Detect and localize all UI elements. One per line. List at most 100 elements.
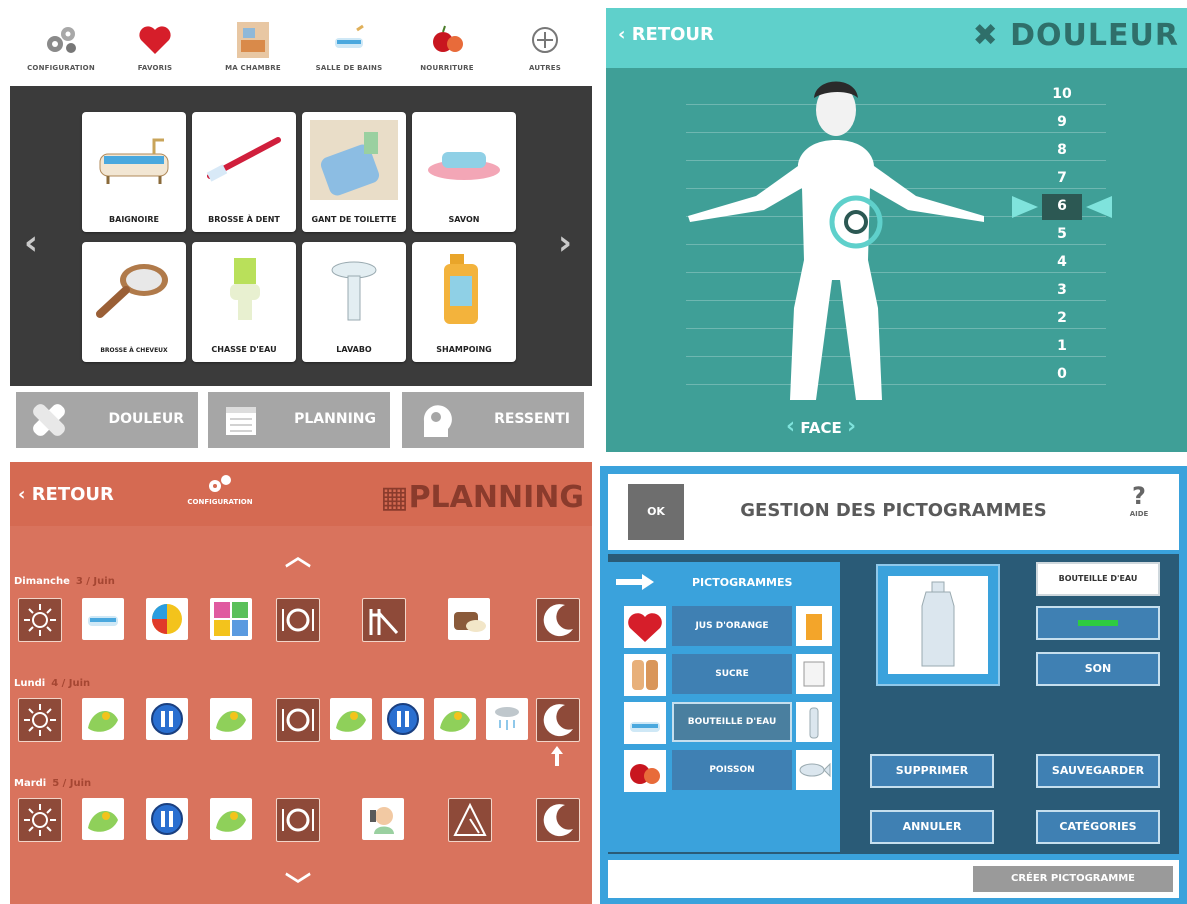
pain-level-5[interactable]: 5 — [1052, 226, 1072, 242]
map-activity-icon[interactable] — [82, 698, 124, 740]
pain-level-0[interactable]: 0 — [1052, 366, 1072, 382]
category-nourriture[interactable]: NOURRITURE — [402, 20, 492, 84]
hands-icon[interactable] — [624, 654, 666, 696]
head-gears-icon — [414, 399, 456, 441]
category-configuration[interactable]: CONFIGURATION — [16, 20, 106, 84]
moon-icon[interactable] — [536, 698, 580, 742]
planning-button[interactable]: PLANNING — [208, 392, 390, 448]
category-autres[interactable]: AUTRES — [500, 20, 590, 84]
heart-icon[interactable] — [624, 606, 666, 648]
sun-icon[interactable] — [18, 598, 62, 642]
pain-level-10[interactable]: 10 — [1052, 86, 1072, 102]
pause-icon[interactable] — [146, 798, 188, 840]
picto-card-savon[interactable]: SAVON — [412, 112, 516, 232]
chevron-left-icon[interactable]: ‹ — [786, 414, 795, 439]
body-figure[interactable] — [686, 70, 986, 404]
map-activity-icon[interactable] — [210, 798, 252, 840]
douleur-button[interactable]: DOULEUR — [16, 392, 198, 448]
category-favoris[interactable]: FAVORIS — [110, 20, 200, 84]
category-ma-chambre[interactable]: MA CHAMBRE — [208, 20, 298, 84]
pain-level-7[interactable]: 7 — [1052, 170, 1072, 186]
map-activity-icon[interactable] — [434, 698, 476, 740]
sugar-icon — [796, 654, 832, 694]
delete-button[interactable]: SUPPRIMER — [870, 754, 994, 788]
configuration-button[interactable]: CONFIGURATION — [180, 472, 260, 506]
cancel-button[interactable]: ANNULER — [870, 810, 994, 844]
shower-icon[interactable] — [486, 698, 528, 740]
sun-icon[interactable] — [18, 798, 62, 842]
scroll-down-button[interactable]: ﹀ — [285, 866, 311, 903]
day-label-mardi: Mardi 5 / Juin — [14, 778, 92, 789]
bathroom-icon[interactable] — [624, 702, 666, 744]
categories-button[interactable]: CATÉGORIES — [1036, 810, 1160, 844]
pause-icon[interactable] — [382, 698, 424, 740]
picto-name-input[interactable]: BOUTEILLE D'EAU — [1036, 562, 1160, 596]
puzzle-icon[interactable] — [210, 598, 252, 640]
pause-icon[interactable] — [146, 698, 188, 740]
pain-level-1[interactable]: 1 — [1052, 338, 1072, 354]
map-activity-icon[interactable] — [82, 798, 124, 840]
moon-icon[interactable] — [536, 598, 580, 642]
bedroom-icon — [233, 20, 273, 60]
picto-preview[interactable] — [876, 564, 1000, 686]
pain-level-6[interactable]: 6 — [1052, 198, 1072, 214]
phone-call-icon[interactable] — [362, 798, 404, 840]
meal-icon[interactable] — [276, 798, 320, 842]
meal-icon[interactable] — [276, 698, 320, 742]
moon-icon[interactable] — [536, 798, 580, 842]
current-time-arrow-icon — [551, 746, 563, 766]
view-toggle[interactable]: ‹ FACE › — [786, 414, 856, 439]
picto-card-chasse-d-eau[interactable]: CHASSE D'EAU — [192, 242, 296, 362]
pain-level-2[interactable]: 2 — [1052, 310, 1072, 326]
sound-button[interactable]: SON — [1036, 652, 1160, 686]
map-activity-icon[interactable] — [330, 698, 372, 740]
map-activity-icon[interactable] — [210, 698, 252, 740]
color-swatch — [1078, 620, 1118, 626]
back-button[interactable]: ‹ RETOUR — [618, 24, 714, 45]
pain-level-8[interactable]: 8 — [1052, 142, 1072, 158]
picto-card-gant-de-toilette[interactable]: GANT DE TOILETTE — [302, 112, 406, 232]
list-item-sucre[interactable]: SUCRE — [672, 654, 792, 694]
ressenti-button[interactable]: RESSENTI — [402, 392, 584, 448]
pain-level-4[interactable]: 4 — [1052, 254, 1072, 270]
pain-level-9[interactable]: 9 — [1052, 114, 1072, 130]
bathtub-icon — [90, 120, 178, 200]
previous-page-button[interactable]: ‹ — [24, 226, 38, 260]
back-button[interactable]: ‹ RETOUR — [18, 484, 114, 505]
level-pointer-left-icon — [1012, 196, 1038, 218]
create-picto-button[interactable]: CRÉER PICTOGRAMME — [973, 866, 1173, 892]
meal-icon[interactable] — [276, 598, 320, 642]
list-item-jus-d-orange[interactable]: JUS D'ORANGE — [672, 606, 792, 646]
ball-icon[interactable] — [146, 598, 188, 640]
picto-catalogue-screen: CONFIGURATION FAVORIS MA CHAMBRE SALLE D… — [10, 14, 592, 454]
bath-activity-icon[interactable] — [82, 598, 124, 640]
pain-level-3[interactable]: 3 — [1052, 282, 1072, 298]
help-button[interactable]: ? AIDE — [1119, 482, 1159, 518]
picto-color-field[interactable] — [1036, 606, 1160, 640]
header: ‹ RETOUR CONFIGURATION ▦PLANNING — [10, 462, 592, 526]
arrow-right-icon[interactable] — [614, 572, 656, 592]
heart-icon — [135, 20, 175, 60]
toothbrush-icon — [200, 120, 288, 200]
list-item-poisson[interactable]: POISSON — [672, 750, 792, 790]
picto-card-baignoire[interactable]: BAIGNOIRE — [82, 112, 186, 232]
picto-card-lavabo[interactable]: LAVABO — [302, 242, 406, 362]
bread-icon[interactable] — [448, 598, 490, 640]
page-title: ✖ DOULEUR — [972, 18, 1179, 53]
list-header: PICTOGRAMMES — [608, 562, 840, 602]
picto-card-brosse-a-dent[interactable]: BROSSE À DENT — [192, 112, 296, 232]
picto-card-brosse-a-cheveux[interactable]: BROSSE À CHEVEUX — [82, 242, 186, 362]
chevron-right-icon[interactable]: › — [847, 414, 856, 439]
slide-icon[interactable] — [362, 598, 406, 642]
shampoo-icon — [420, 250, 508, 330]
scroll-up-button[interactable]: ︿ — [285, 536, 311, 573]
category-salle-de-bains[interactable]: SALLE DE BAINS — [304, 20, 394, 84]
food-icon[interactable] — [624, 750, 666, 792]
list-item-bouteille-d-eau[interactable]: BOUTEILLE D'EAU — [672, 702, 792, 742]
gears-icon — [209, 475, 231, 492]
mountain-icon[interactable] — [448, 798, 492, 842]
next-page-button[interactable]: › — [558, 226, 572, 260]
picto-card-shampoing[interactable]: SHAMPOING — [412, 242, 516, 362]
save-button[interactable]: SAUVEGARDER — [1036, 754, 1160, 788]
sun-icon[interactable] — [18, 698, 62, 742]
